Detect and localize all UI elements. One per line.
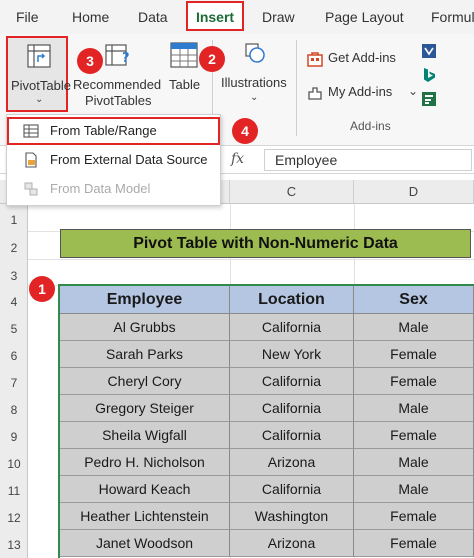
cell-sex[interactable]: Male — [354, 314, 474, 341]
cell-employee[interactable]: Al Grubbs — [60, 314, 230, 341]
cell-location[interactable]: New York — [230, 341, 354, 368]
row-header[interactable]: 13 — [0, 538, 28, 552]
cell-sex[interactable]: Female — [354, 368, 474, 395]
illustrations-label: Illustrations — [221, 75, 287, 90]
cell-sex[interactable]: Female — [354, 503, 474, 530]
cell-location[interactable]: Arizona — [230, 530, 354, 557]
tab-file[interactable]: File — [16, 0, 39, 34]
tab-insert[interactable]: Insert — [186, 1, 244, 31]
employee-data-table: Employee Location Sex Al Grubbs Californ… — [58, 284, 474, 558]
cell-employee[interactable]: Sheila Wigfall — [60, 422, 230, 449]
illustrations-button[interactable]: Illustrations ⌄ — [218, 36, 292, 116]
cell-employee[interactable]: Sarah Parks — [60, 341, 230, 368]
row-header[interactable]: 12 — [0, 511, 28, 525]
pivottable-button[interactable]: PivotTable ⌄ — [6, 36, 71, 112]
pivottable-icon — [27, 44, 51, 68]
svg-text:?: ? — [122, 51, 130, 66]
row-header[interactable]: 11 — [0, 484, 28, 498]
data-model-icon — [24, 182, 38, 196]
cell-location[interactable]: Washington — [230, 503, 354, 530]
column-header-c[interactable]: C — [230, 180, 354, 204]
menu-item-from-external-source[interactable]: From External Data Source — [7, 146, 220, 174]
tab-formulas[interactable]: Formul — [431, 0, 474, 34]
row-header-bar: 1 2 3 4 5 6 7 8 9 10 11 12 13 — [0, 204, 28, 558]
table-button[interactable]: Table — [164, 36, 204, 96]
table-range-icon — [23, 124, 39, 138]
row-header[interactable]: 2 — [0, 241, 28, 255]
illustrations-icon — [245, 43, 265, 63]
cell-employee[interactable]: Gregory Steiger — [60, 395, 230, 422]
header-sex[interactable]: Sex — [354, 286, 474, 314]
cell-location[interactable]: California — [230, 422, 354, 449]
chevron-down-icon: ⌄ — [35, 94, 44, 105]
row-header[interactable]: 1 — [0, 213, 28, 227]
cell-sex[interactable]: Male — [354, 449, 474, 476]
menu-item-label: From Table/Range — [50, 123, 157, 138]
row-header[interactable]: 9 — [0, 430, 28, 444]
row-header[interactable]: 3 — [0, 269, 28, 283]
cell-location[interactable]: California — [230, 314, 354, 341]
title-cell[interactable]: Pivot Table with Non-Numeric Data — [60, 229, 471, 258]
menu-item-label: From External Data Source — [50, 152, 208, 167]
cell-sex[interactable]: Female — [354, 422, 474, 449]
row-header[interactable]: 5 — [0, 322, 28, 336]
tab-data[interactable]: Data — [138, 0, 168, 34]
gridline — [28, 259, 474, 260]
store-icon — [307, 52, 323, 67]
fx-icon[interactable]: fx — [231, 151, 244, 167]
step-callout-3: 3 — [77, 48, 103, 74]
column-header-d[interactable]: D — [354, 180, 474, 204]
tab-page-layout[interactable]: Page Layout — [325, 0, 404, 34]
row-header[interactable]: 7 — [0, 376, 28, 390]
menu-item-from-data-model: From Data Model — [7, 175, 220, 203]
visio-icon[interactable] — [420, 42, 438, 60]
external-source-icon — [25, 152, 37, 168]
row-header[interactable]: 8 — [0, 403, 28, 417]
cell-location[interactable]: California — [230, 476, 354, 503]
tab-home[interactable]: Home — [72, 0, 109, 34]
row-header[interactable]: 4 — [0, 295, 28, 309]
step-callout-1: 1 — [29, 276, 55, 302]
menu-item-from-table-range[interactable]: From Table/Range — [7, 117, 220, 145]
bing-icon[interactable] — [420, 66, 438, 84]
recommended-label-line1: Recommended — [73, 77, 162, 92]
cell-sex[interactable]: Female — [354, 341, 474, 368]
cell-employee[interactable]: Pedro H. Nicholson — [60, 449, 230, 476]
tab-draw[interactable]: Draw — [262, 0, 295, 34]
cell-location[interactable]: California — [230, 395, 354, 422]
header-location[interactable]: Location — [230, 286, 354, 314]
cell-sex[interactable]: Female — [354, 530, 474, 557]
pivottable-dropdown-menu: From Table/Range From External Data Sour… — [6, 114, 221, 206]
cell-location[interactable]: Arizona — [230, 449, 354, 476]
get-addins-label: Get Add-ins — [328, 50, 396, 65]
step-callout-2: 2 — [199, 46, 225, 72]
row-header[interactable]: 6 — [0, 349, 28, 363]
pivottable-label: PivotTable — [11, 78, 71, 93]
cell-employee[interactable]: Janet Woodson — [60, 530, 230, 557]
table-label: Table — [169, 77, 201, 92]
people-graph-icon[interactable] — [420, 90, 438, 108]
ribbon-tab-bar: File Home Data Insert Draw Page Layout F… — [0, 0, 474, 34]
cell-employee[interactable]: Heather Lichtenstein — [60, 503, 230, 530]
addins-group-label: Add-ins — [350, 119, 391, 133]
addins-icon — [308, 87, 322, 100]
table-icon — [170, 42, 198, 68]
recommended-pivottables-icon: ? — [105, 44, 130, 66]
cell-sex[interactable]: Male — [354, 395, 474, 422]
ribbon-separator — [296, 40, 297, 136]
cell-sex[interactable]: Male — [354, 476, 474, 503]
dropdown-arrow-icon: ⌄ — [408, 84, 419, 98]
recommended-label-line2: PivotTables — [85, 93, 152, 108]
cell-employee[interactable]: Cheryl Cory — [60, 368, 230, 395]
formula-input[interactable]: Employee — [264, 149, 472, 171]
cell-location[interactable]: California — [230, 368, 354, 395]
chevron-down-icon: ⌄ — [250, 92, 259, 103]
menu-item-label: From Data Model — [50, 181, 151, 196]
step-callout-4: 4 — [232, 118, 258, 144]
header-employee[interactable]: Employee — [60, 286, 230, 314]
my-addins-label: My Add-ins — [328, 84, 393, 99]
row-header[interactable]: 10 — [0, 457, 28, 471]
cell-employee[interactable]: Howard Keach — [60, 476, 230, 503]
